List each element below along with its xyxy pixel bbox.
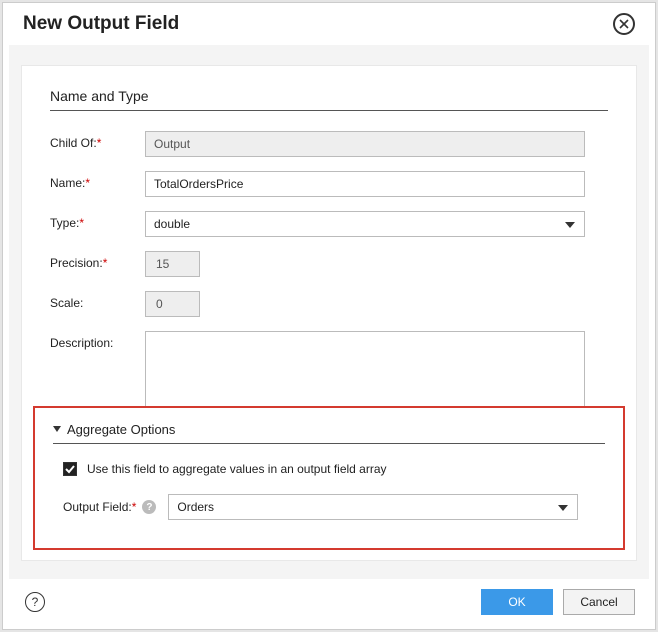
label-text: Type: (50, 216, 79, 230)
close-button[interactable] (613, 13, 635, 35)
aggregate-checkbox[interactable] (63, 462, 77, 476)
aggregate-options-section: Aggregate Options Use this field to aggr… (33, 406, 625, 550)
output-field-value (168, 494, 578, 520)
aggregate-checkbox-row: Use this field to aggregate values in an… (63, 462, 605, 476)
section-name-and-type-title: Name and Type (50, 88, 608, 104)
label-scale: Scale: (50, 291, 145, 310)
output-field-select[interactable] (168, 494, 578, 520)
description-textarea[interactable] (145, 331, 585, 407)
new-output-field-dialog: New Output Field Name and Type Child Of:… (2, 2, 656, 630)
label-description: Description: (50, 331, 145, 350)
label-text: Precision: (50, 256, 103, 270)
check-icon (65, 464, 75, 474)
row-scale: Scale: (50, 291, 608, 317)
row-precision: Precision:* (50, 251, 608, 277)
row-description: Description: (50, 331, 608, 407)
label-precision: Precision:* (50, 251, 145, 270)
dialog-title: New Output Field (23, 13, 179, 35)
help-icon[interactable]: ? (142, 500, 156, 514)
ok-button[interactable]: OK (481, 589, 553, 615)
dialog-header: New Output Field (3, 3, 655, 39)
label-text: Scale: (50, 296, 83, 310)
required-asterisk: * (79, 216, 84, 230)
divider (50, 110, 608, 111)
label-text: Name: (50, 176, 85, 190)
output-field-label: Output Field:* (63, 500, 136, 514)
required-asterisk: * (132, 500, 137, 514)
aggregate-options-toggle[interactable]: Aggregate Options (53, 422, 605, 437)
aggregate-checkbox-label: Use this field to aggregate values in an… (87, 462, 387, 476)
aggregate-options-title: Aggregate Options (67, 422, 175, 437)
dialog-body: Name and Type Child Of:* Name:* (9, 45, 649, 579)
required-asterisk: * (103, 256, 108, 270)
type-select-value (145, 211, 585, 237)
label-text: Child Of: (50, 136, 97, 150)
dialog-footer: ? OK Cancel (3, 579, 655, 629)
row-child-of: Child Of:* (50, 131, 608, 157)
row-type: Type:* (50, 211, 608, 237)
name-input[interactable] (145, 171, 585, 197)
output-field-row: Output Field:* ? (63, 494, 605, 520)
required-asterisk: * (85, 176, 90, 190)
row-name: Name:* (50, 171, 608, 197)
label-child-of: Child Of:* (50, 131, 145, 150)
footer-buttons: OK Cancel (481, 589, 635, 615)
type-select[interactable] (145, 211, 585, 237)
child-of-input[interactable] (145, 131, 585, 157)
divider (53, 443, 605, 444)
form-card: Name and Type Child Of:* Name:* (21, 65, 637, 561)
label-text: Output Field: (63, 500, 132, 514)
required-asterisk: * (97, 136, 102, 150)
close-icon (619, 19, 629, 29)
label-text: Description: (50, 336, 113, 350)
precision-input[interactable] (145, 251, 200, 277)
collapse-triangle-icon (53, 426, 61, 434)
label-type: Type:* (50, 211, 145, 230)
help-button[interactable]: ? (25, 592, 45, 612)
scale-input[interactable] (145, 291, 200, 317)
cancel-button[interactable]: Cancel (563, 589, 635, 615)
label-name: Name:* (50, 171, 145, 190)
